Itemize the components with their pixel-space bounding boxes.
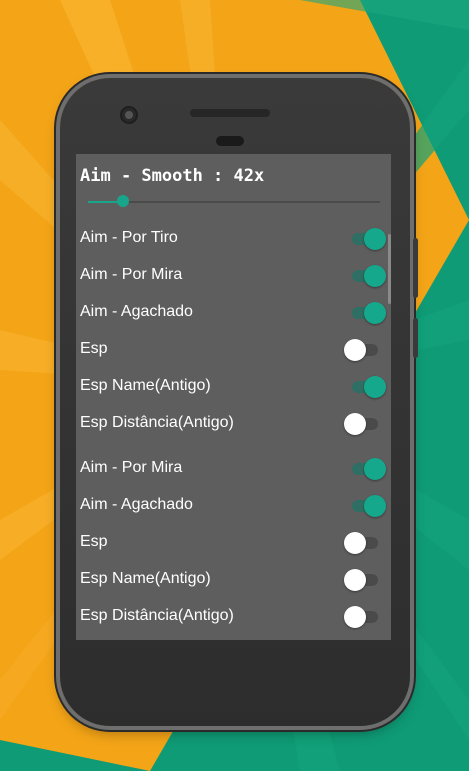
toggle-thumb [364,302,386,324]
toggle-thumb [344,569,366,591]
option-label: Esp [80,340,108,357]
earpiece [216,136,244,146]
toggle-switch[interactable] [346,376,386,398]
toggle-thumb [344,606,366,628]
option-row[interactable]: Aim - Por Tiro [76,224,391,254]
option-label: Aim - Agachado [80,303,193,320]
slider-thumb[interactable] [117,195,130,207]
option-row[interactable]: Esp Distância(Antigo) [76,602,391,632]
option-row[interactable]: Esp [76,528,391,558]
scrollbar[interactable] [388,234,391,304]
option-row[interactable]: Aim - Por Mira [76,261,391,291]
toggle-switch[interactable] [346,302,386,324]
option-row[interactable]: Aim - Por Mira [76,454,391,484]
option-row[interactable]: Aim - Agachado [76,491,391,521]
option-row[interactable]: Esp [76,335,391,365]
mod-menu-panel: Aim - Smooth : 42x Aim - Por Tiro Aim - P… [76,154,391,640]
option-label: Esp Distância(Antigo) [80,607,234,624]
toggle-switch[interactable] [346,265,386,287]
toggle-thumb [364,265,386,287]
toggle-thumb [344,339,366,361]
toggle-thumb [364,495,386,517]
toggle-switch[interactable] [346,228,386,250]
option-row[interactable]: Esp Name(Antigo) [76,565,391,595]
toggle-thumb [344,413,366,435]
option-label: Aim - Agachado [80,496,193,513]
option-label: Esp Distância(Antigo) [80,414,234,431]
front-camera-icon [120,106,138,124]
speaker-grille [190,109,270,117]
power-button [413,318,418,358]
option-label: Aim - Por Mira [80,266,183,283]
toggle-thumb [364,458,386,480]
option-row[interactable]: Esp Distância(Antigo) [76,409,391,439]
option-label: Esp Name(Antigo) [80,377,211,394]
toggle-thumb [344,532,366,554]
smooth-slider[interactable] [88,195,380,207]
option-label: Aim - Por Mira [80,459,183,476]
toggle-thumb [364,376,386,398]
toggle-switch[interactable] [346,495,386,517]
toggle-switch[interactable] [344,569,384,591]
volume-button [413,238,418,298]
toggle-switch[interactable] [344,339,384,361]
option-row[interactable]: Aim - Agachado [76,298,391,328]
toggle-switch[interactable] [346,458,386,480]
phone-frame: Aim - Smooth : 42x Aim - Por Tiro Aim - P… [60,78,418,726]
toggle-switch[interactable] [344,532,384,554]
slider-track [88,201,380,203]
smooth-label: Aim - Smooth : 42x [80,166,265,186]
option-label: Esp Name(Antigo) [80,570,211,587]
option-label: Esp [80,533,108,550]
toggle-switch[interactable] [344,413,384,435]
toggle-switch[interactable] [344,606,384,628]
option-label: Aim - Por Tiro [80,229,178,246]
option-row[interactable]: Esp Name(Antigo) [76,372,391,402]
toggle-thumb [364,228,386,250]
